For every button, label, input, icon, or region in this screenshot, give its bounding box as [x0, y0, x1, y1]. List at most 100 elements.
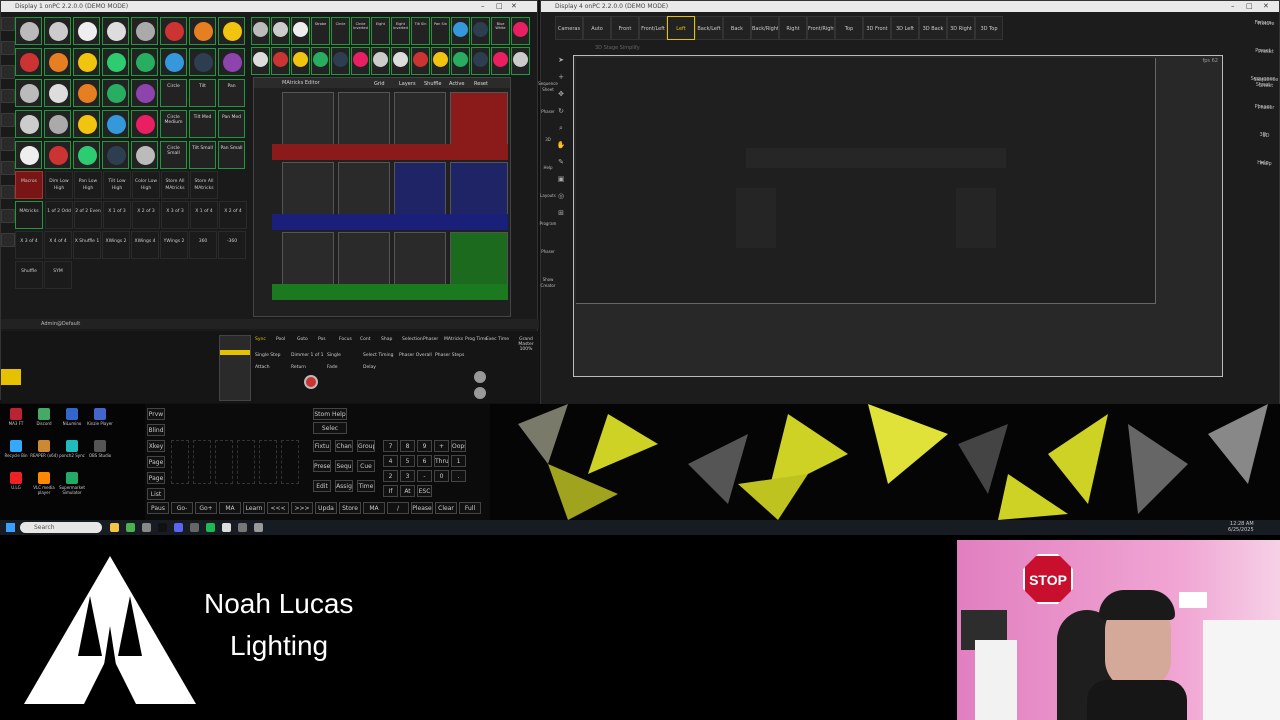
encoder-knob[interactable]: [474, 387, 486, 399]
pool-sidebar-button[interactable]: [1, 185, 15, 199]
matricks-tab[interactable]: Grid: [374, 79, 385, 89]
keypad-num-key[interactable]: 0: [434, 470, 449, 482]
keypad-fixture-key[interactable]: Fixtu: [313, 440, 331, 452]
preset-cell[interactable]: [15, 141, 42, 169]
view-tab-left[interactable]: Left: [667, 16, 695, 40]
left-menu-item[interactable]: 3D: [537, 137, 559, 143]
keypad-op-key[interactable]: Selec Goto: [313, 422, 347, 434]
preset-cell[interactable]: [73, 141, 100, 169]
preset-cell[interactable]: [251, 17, 270, 45]
preset-cell[interactable]: Blue White: [491, 17, 510, 45]
desktop-icon[interactable]: Supermarket Simulator: [58, 472, 86, 495]
preset-cell[interactable]: Pan Sin: [431, 17, 450, 45]
view-tab-auto[interactable]: Auto: [583, 16, 611, 40]
keypad-left-key[interactable]: Prvw: [147, 408, 165, 420]
mail-icon[interactable]: [142, 523, 151, 532]
preset-cell[interactable]: [44, 48, 71, 76]
keypad-bottom-key[interactable]: Clear: [435, 502, 457, 514]
preset-cell[interactable]: [271, 47, 290, 75]
keypad-num-key[interactable]: 1: [451, 455, 466, 467]
keypad-num-key[interactable]: 7: [383, 440, 398, 452]
encoder-tab[interactable]: Phaser: [423, 337, 438, 342]
keypad-num-key[interactable]: 9: [417, 440, 432, 452]
keypad-op-key[interactable]: Stom Help: [313, 408, 347, 420]
desktop-icon[interactable]: Recycle Bin: [2, 440, 30, 458]
desktop-icon[interactable]: OBS Studio: [86, 440, 114, 458]
keypad-fixture-key[interactable]: Edit: [313, 480, 331, 492]
preset-cell[interactable]: Pan Small: [218, 141, 245, 169]
preset-cell[interactable]: [44, 141, 71, 169]
macro-button[interactable]: Pan Low High: [74, 171, 102, 199]
macro-button[interactable]: Tilt Low High: [103, 171, 131, 199]
preset-cell[interactable]: Circle Medium: [160, 110, 187, 138]
keypad-num-key[interactable]: +: [434, 440, 449, 452]
preset-cell[interactable]: Circle: [331, 17, 350, 45]
pool-sidebar-button[interactable]: [1, 17, 15, 31]
desktop-icon[interactable]: ponch2 Sync: [58, 440, 86, 458]
matricks-button[interactable]: X 4 of 4: [44, 231, 72, 259]
keypad-num-key[interactable]: .: [451, 470, 466, 482]
preset-cell[interactable]: [431, 47, 450, 75]
preset-cell[interactable]: Pan Med: [218, 110, 245, 138]
keypad-fixture-key[interactable]: Chan: [335, 440, 353, 452]
view-tab-front-right[interactable]: Front/Right: [807, 16, 835, 40]
view-tab-3d-top[interactable]: 3D Top: [975, 16, 1003, 40]
preset-cell[interactable]: [131, 17, 158, 45]
chrome-icon[interactable]: [126, 523, 135, 532]
screen-right-menu-item[interactable]: Preset: [1250, 48, 1276, 54]
matricks-tab[interactable]: Shuffle: [424, 79, 441, 89]
preset-cell[interactable]: Eight inverted: [391, 17, 410, 45]
keypad-bottom-key[interactable]: Go+: [195, 502, 217, 514]
encoder-item[interactable]: Select Timing: [363, 353, 394, 358]
macro-button[interactable]: Store All MAtricks: [161, 171, 189, 199]
encoder-item[interactable]: Delay: [363, 365, 376, 370]
preset-cell[interactable]: [451, 47, 470, 75]
record-button[interactable]: [304, 375, 318, 389]
preset-cell[interactable]: [471, 17, 490, 45]
matricks-button[interactable]: YWings 2: [160, 231, 188, 259]
encoder-tab[interactable]: Pool: [276, 337, 285, 342]
spotify-icon[interactable]: [206, 523, 215, 532]
encoder-item[interactable]: Phaser Steps: [435, 353, 464, 358]
matricks-button[interactable]: X 1 of 4: [190, 201, 218, 229]
preset-cell[interactable]: [15, 79, 42, 107]
file-explorer-icon[interactable]: [110, 523, 119, 532]
desktop-icon[interactable]: Discord: [30, 408, 58, 426]
desktop-icon[interactable]: Kinzie Player: [86, 408, 114, 426]
screen-right-menu-item[interactable]: Sequence Sheet: [1250, 76, 1276, 88]
keypad-fixture-key[interactable]: Assig: [335, 480, 353, 492]
grid-icon[interactable]: ⊞: [555, 209, 567, 221]
left-menu-item[interactable]: Help: [537, 165, 559, 171]
zoom-icon[interactable]: ⌕: [555, 124, 567, 136]
keypad-num-key[interactable]: Oops: [451, 440, 466, 452]
maximize-icon[interactable]: □: [496, 1, 503, 12]
view-tab-front-left[interactable]: Front/Left: [639, 16, 667, 40]
left-menu-item[interactable]: Phaser: [537, 109, 559, 115]
keypad-num-key[interactable]: 8: [400, 440, 415, 452]
matricks-button[interactable]: X 2 of 4: [219, 201, 247, 229]
preset-cell[interactable]: [411, 47, 430, 75]
preset-cell[interactable]: [44, 79, 71, 107]
preset-cell[interactable]: [131, 48, 158, 76]
preset-cell[interactable]: [511, 47, 530, 75]
ma3-icon[interactable]: [238, 523, 247, 532]
taskbar-clock[interactable]: 12:28 AM 6/25/2025: [1228, 521, 1254, 533]
keypad-fixture-key[interactable]: Group: [357, 440, 375, 452]
pool-sidebar-button[interactable]: [1, 209, 15, 223]
preset-cell[interactable]: [271, 17, 290, 45]
keypad-num-key[interactable]: At: [400, 485, 415, 497]
screen-right-menu-item[interactable]: Help: [1250, 160, 1276, 166]
encoder-tab[interactable]: Sync: [255, 337, 266, 342]
desktop-icon[interactable]: NiLumino: [58, 408, 86, 426]
preset-cell[interactable]: [102, 48, 129, 76]
left-menu-item[interactable]: Layouts: [537, 193, 559, 199]
pool-sidebar-button[interactable]: [1, 41, 15, 55]
keypad-bottom-key[interactable]: Please: [411, 502, 433, 514]
keypad-bottom-key[interactable]: Go-: [171, 502, 193, 514]
encoder-item[interactable]: Return: [291, 365, 306, 370]
encoder-tab[interactable]: Cont: [360, 337, 371, 342]
keypad-num-key[interactable]: If: [383, 485, 398, 497]
left-menu-item[interactable]: Show Creator: [537, 277, 559, 289]
preset-cell[interactable]: [189, 48, 216, 76]
keypad-left-key[interactable]: List: [147, 488, 165, 500]
